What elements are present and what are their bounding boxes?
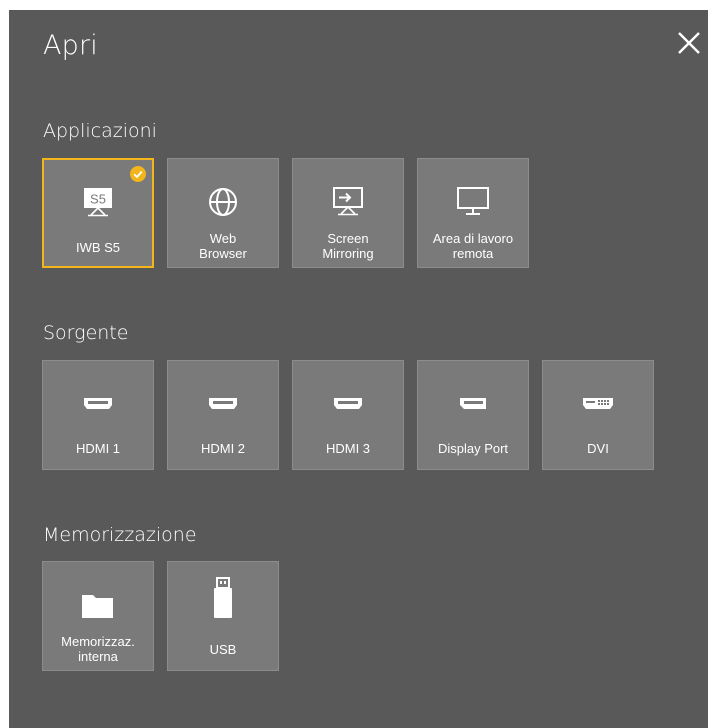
monitor-icon bbox=[418, 185, 528, 219]
source-tile-label: Display Port bbox=[437, 440, 509, 456]
storage-tile-label: Memorizzaz. interna bbox=[61, 634, 135, 664]
storage-row: Memorizzaz. interna USB bbox=[42, 561, 279, 671]
app-tile-label: Web Browser bbox=[199, 231, 247, 261]
app-tile-label: IWB S5 bbox=[75, 239, 121, 255]
hdmi-port-icon bbox=[293, 387, 403, 421]
screen-mirroring-icon bbox=[293, 185, 403, 219]
close-icon bbox=[678, 32, 700, 54]
source-tile-hdmi-3[interactable]: HDMI 3 bbox=[292, 360, 404, 470]
storage-tile-label: USB bbox=[209, 641, 237, 657]
source-row: HDMI 1 HDMI 2 HDMI 3 Display Port DVI bbox=[42, 360, 654, 470]
dvi-port-icon bbox=[543, 387, 653, 421]
open-dialog: Apri Applicazioni S5 IWB S5 Web Browser … bbox=[9, 10, 708, 728]
iwb-s5-icon: S5 bbox=[44, 186, 152, 220]
section-label-storage: Memorizzazione bbox=[43, 524, 197, 546]
applications-row: S5 IWB S5 Web Browser Screen Mirroring A… bbox=[42, 158, 529, 268]
source-tile-dvi[interactable]: DVI bbox=[542, 360, 654, 470]
storage-tile-usb[interactable]: USB bbox=[167, 561, 279, 671]
app-tile-label: Area di lavoro remota bbox=[432, 231, 514, 261]
folder-icon bbox=[43, 588, 153, 622]
storage-tile-internal[interactable]: Memorizzaz. interna bbox=[42, 561, 154, 671]
app-tile-remote-workspace[interactable]: Area di lavoro remota bbox=[417, 158, 529, 268]
source-tile-label: HDMI 3 bbox=[325, 440, 371, 456]
displayport-icon bbox=[418, 387, 528, 421]
iwb-badge-text: S5 bbox=[90, 192, 106, 207]
section-label-source: Sorgente bbox=[43, 322, 129, 344]
source-tile-display-port[interactable]: Display Port bbox=[417, 360, 529, 470]
source-tile-label: HDMI 2 bbox=[200, 440, 246, 456]
app-tile-web-browser[interactable]: Web Browser bbox=[167, 158, 279, 268]
hdmi-port-icon bbox=[43, 387, 153, 421]
dialog-title: Apri bbox=[43, 30, 99, 61]
app-tile-label: Screen Mirroring bbox=[322, 231, 374, 261]
source-tile-label: HDMI 1 bbox=[75, 440, 121, 456]
app-tile-iwb-s5[interactable]: S5 IWB S5 bbox=[42, 158, 154, 268]
section-label-applications: Applicazioni bbox=[43, 120, 157, 142]
globe-icon bbox=[168, 185, 278, 219]
source-tile-hdmi-1[interactable]: HDMI 1 bbox=[42, 360, 154, 470]
source-tile-hdmi-2[interactable]: HDMI 2 bbox=[167, 360, 279, 470]
source-tile-label: DVI bbox=[587, 440, 609, 456]
app-tile-screen-mirroring[interactable]: Screen Mirroring bbox=[292, 158, 404, 268]
hdmi-port-icon bbox=[168, 387, 278, 421]
checkmark-icon bbox=[130, 166, 146, 182]
close-button[interactable] bbox=[676, 30, 702, 56]
usb-drive-icon bbox=[168, 576, 278, 622]
